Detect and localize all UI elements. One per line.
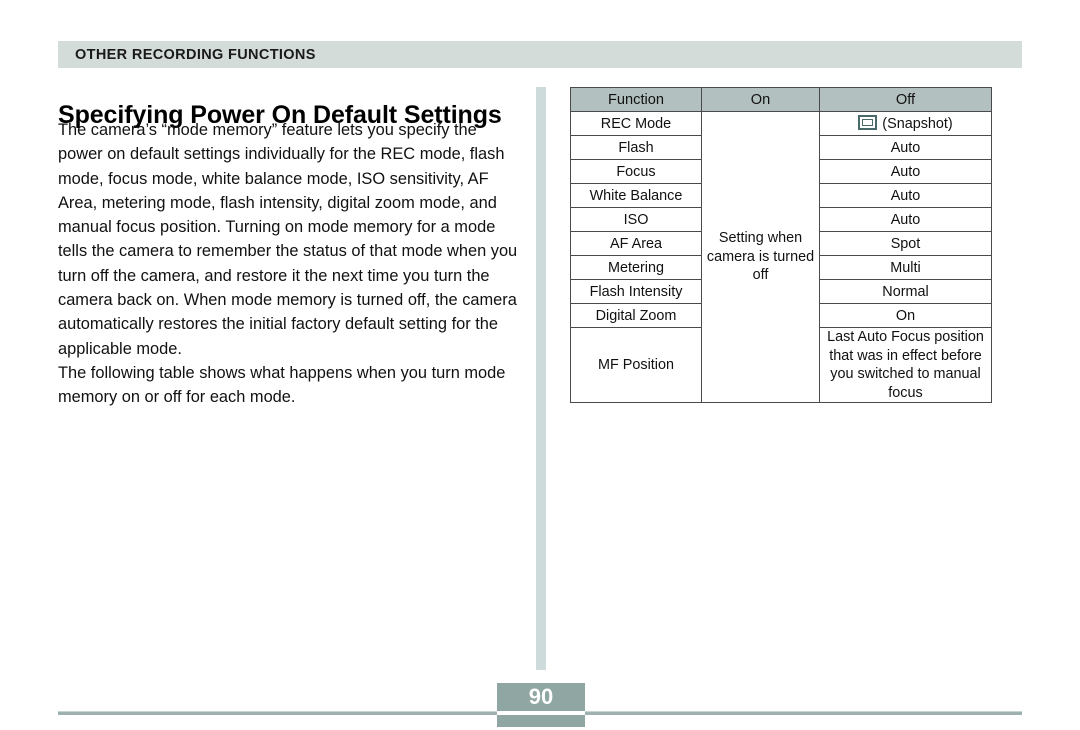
cell-function-af-area: AF Area xyxy=(570,231,702,256)
table-header-row: Function On Off xyxy=(570,87,992,112)
cell-function-rec-mode: REC Mode xyxy=(570,111,702,136)
mode-memory-settings-table: Function On Off REC Mode Setting when ca… xyxy=(570,87,992,404)
column-header-function: Function xyxy=(570,87,702,112)
cell-function-metering: Metering xyxy=(570,255,702,280)
cell-off-white-balance: Auto xyxy=(819,183,992,208)
body-copy: The camera’s “mode memory” feature lets … xyxy=(58,118,520,410)
cell-function-flash-intensity: Flash Intensity xyxy=(570,279,702,304)
cell-function-white-balance: White Balance xyxy=(570,183,702,208)
cell-off-rec-mode: (Snapshot) xyxy=(819,111,992,136)
cell-function-digital-zoom: Digital Zoom xyxy=(570,303,702,328)
cell-off-flash-intensity: Normal xyxy=(819,279,992,304)
cell-off-iso: Auto xyxy=(819,207,992,232)
cell-off-focus: Auto xyxy=(819,159,992,184)
column-header-off: Off xyxy=(819,87,992,112)
cell-off-digital-zoom: On xyxy=(819,303,992,328)
cell-off-af-area: Spot xyxy=(819,231,992,256)
page-number: 90 xyxy=(528,684,554,709)
page-number-strike xyxy=(497,711,585,715)
cell-function-iso: ISO xyxy=(570,207,702,232)
cell-on-merged: Setting when camera is turned off xyxy=(701,110,820,404)
column-header-on: On xyxy=(701,87,820,112)
cell-off-flash: Auto xyxy=(819,135,992,160)
section-header-bar: OTHER RECORDING FUNCTIONS xyxy=(58,41,1022,68)
cell-off-rec-mode-label: (Snapshot) xyxy=(882,116,953,132)
cell-function-mf-position: MF Position xyxy=(570,326,702,404)
cell-off-metering: Multi xyxy=(819,255,992,280)
table-row: REC Mode Setting when camera is turned o… xyxy=(570,110,992,404)
cell-function-flash: Flash xyxy=(570,135,702,160)
section-header-label: OTHER RECORDING FUNCTIONS xyxy=(75,47,316,63)
body-paragraph-2: The following table shows what happens w… xyxy=(58,363,506,407)
page-number-badge: 90 xyxy=(497,683,585,727)
cell-function-focus: Focus xyxy=(570,159,702,184)
body-paragraph-1: The camera’s “mode memory” feature lets … xyxy=(58,121,518,358)
cell-off-mf-position: Last Auto Focus position that was in eff… xyxy=(819,326,992,404)
snapshot-icon xyxy=(858,115,878,130)
column-divider xyxy=(536,87,546,670)
